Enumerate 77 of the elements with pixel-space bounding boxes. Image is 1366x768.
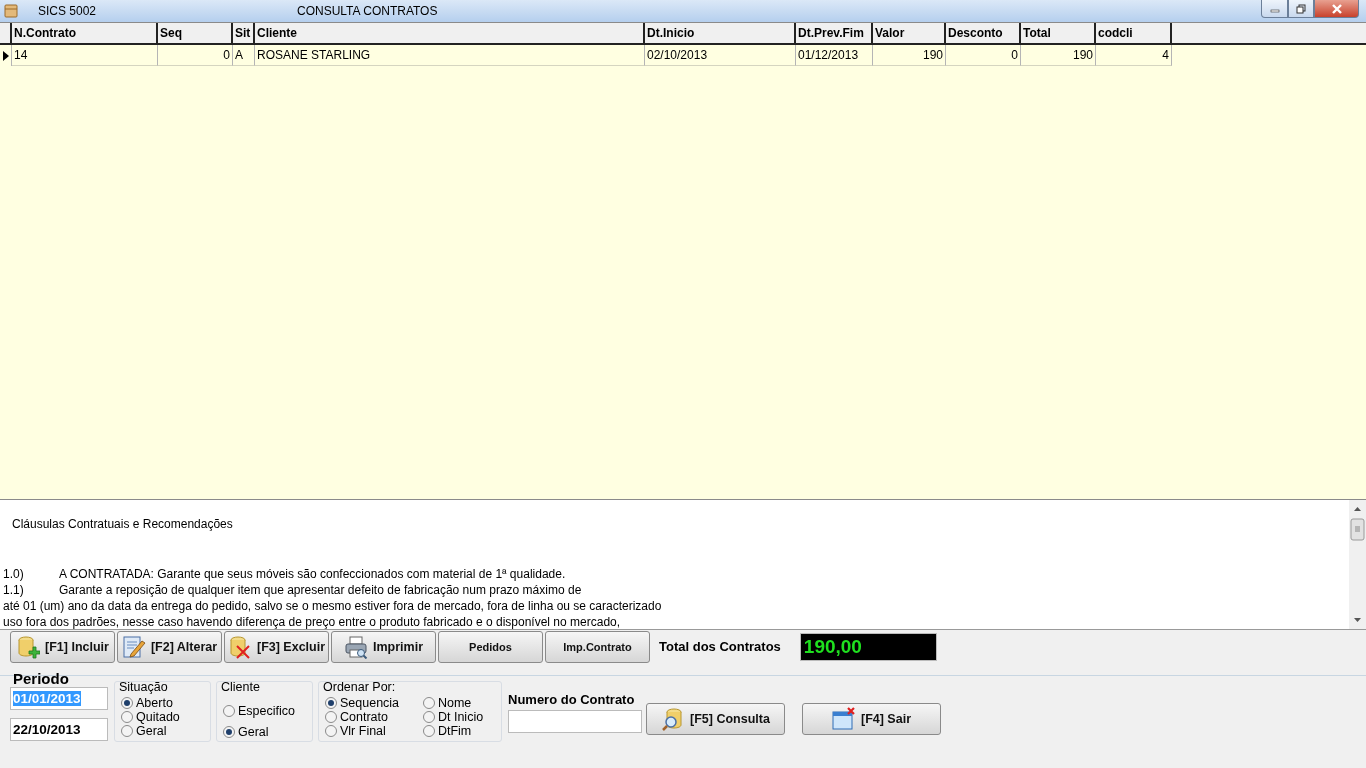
radio-button[interactable] [325,725,337,737]
radio-option[interactable]: Aberto [121,696,210,710]
column-header[interactable]: Total [1021,23,1096,43]
radio-button[interactable] [121,697,133,709]
radio-option[interactable]: Geral [121,724,210,738]
radio-option[interactable]: Dt Inicio [422,710,501,724]
group-label: Cliente [221,680,260,694]
column-header[interactable]: Dt.Inicio [645,23,796,43]
table-cell: 0 [946,45,1021,66]
radio-button[interactable] [325,711,337,723]
radio-button[interactable] [121,725,133,737]
radio-option[interactable]: Nome [422,696,501,710]
column-header[interactable]: Dt.Prev.Fim [796,23,873,43]
action-button[interactable]: Imprimir [331,630,436,663]
clause-line: uso fora dos padrões, nesse caso havendo diferença de preço entre o produto fabricado e o disponível no mercado, [3,614,622,629]
clause-line: 1.0) A CONTRATADA: Garante que seus móveis são confeccionados com material de 1ª qualidade. [3,566,567,582]
radio-button[interactable] [121,711,133,723]
action-button[interactable]: [F5] Consulta [646,703,785,735]
radio-option[interactable]: DtFim [422,724,501,738]
close-button[interactable] [1314,0,1359,18]
minimize-button[interactable] [1261,0,1288,18]
action-button[interactable]: Pedidos [438,630,543,663]
radio-button[interactable] [422,725,435,737]
column-header[interactable]: N.Contrato [12,23,158,43]
radio-button[interactable] [223,704,235,717]
window-icon [4,4,18,18]
table-cell: 190 [1021,45,1096,66]
table-cell: 4 [1096,45,1172,66]
table-cell: A [233,45,255,66]
action-button[interactable]: Imp.Contrato [545,630,650,663]
column-header[interactable]: Seq [158,23,233,43]
table-cell: 14 [12,45,158,66]
action-button[interactable]: [F1] Incluir [10,630,115,663]
contract-number-field[interactable] [508,710,642,733]
app-name: SICS 5002 [38,4,97,18]
radio-option[interactable]: Sequencia [325,696,417,710]
clause-line: 1.1) Garante a reposição de qualquer item que apresentar defeito de fabricação num prazo máximo de [3,582,583,598]
table-cell: 02/10/2013 [645,45,796,66]
clause-line: até 01 (um) ano da data da entrega do pedido, salvo se o mesmo estiver fora de mercado, fora de linha ou se caracterizado [3,598,663,614]
total-display: 190,00 [799,632,937,661]
radio-button[interactable] [325,697,337,709]
radio-button[interactable] [422,697,435,709]
radio-button[interactable] [223,725,235,738]
date-field[interactable]: 22/10/2013 [10,718,108,741]
table-cell: 0 [158,45,233,66]
contract-number-label: Numero do Contrato [508,692,636,707]
column-header[interactable]: Cliente [255,23,645,43]
action-button[interactable]: [F4] Sair [802,703,941,735]
window-close-mark-icon [832,707,856,731]
column-header[interactable]: Sit [233,23,255,43]
period-label: Periodo [13,670,70,687]
radio-option[interactable]: Vlr Final [325,724,417,738]
restore-button[interactable] [1288,0,1314,18]
table-cell: 190 [873,45,946,66]
radio-option[interactable]: Quitado [121,710,210,724]
action-button[interactable]: [F3] Excluir [224,630,329,663]
clauses-heading: Cláusulas Contratuais e Recomendações [12,517,234,531]
radio-option[interactable]: Geral [223,721,312,742]
close-icon [1330,3,1343,14]
cylinder-x-icon [227,634,252,659]
column-header[interactable]: codcli [1096,23,1172,43]
group-label: Situação [119,680,168,694]
column-header[interactable]: Desconto [946,23,1021,43]
radio-option[interactable]: Contrato [325,710,417,724]
cylinder-plus-icon [16,634,41,659]
group-label: Ordenar Por: [323,680,396,694]
radio-option[interactable]: Especifico [223,700,312,721]
table-cell: 01/12/2013 [796,45,873,66]
table-cell: ROSANE STARLING [255,45,645,66]
printer-icon [344,634,368,659]
total-label: Total dos Contratos [659,639,781,654]
pencil-document-icon [121,634,146,659]
restore-icon [1296,3,1306,14]
radio-button[interactable] [422,711,435,723]
column-header[interactable]: Valor [873,23,946,43]
window-title: CONSULTA CONTRATOS [297,4,438,18]
action-button[interactable]: [F2] Alterar [117,630,222,663]
